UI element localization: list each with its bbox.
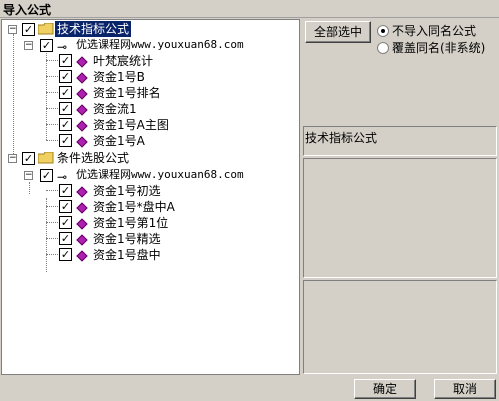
- gem-icon: [76, 120, 88, 132]
- formula-label[interactable]: 资金1号A主图: [91, 117, 171, 133]
- category-panel: 技术指标公式: [303, 126, 497, 156]
- tree-connector: [46, 190, 58, 191]
- expand-toggle[interactable]: −: [8, 25, 17, 34]
- formula-label[interactable]: 资金1号精选: [91, 231, 163, 247]
- select-all-button[interactable]: 全部选中: [305, 21, 371, 43]
- radio-dot: [381, 29, 385, 33]
- gem-icon: [76, 186, 88, 198]
- overwrite-radio[interactable]: [377, 42, 389, 54]
- title-bar: 导入公式: [0, 0, 499, 18]
- gem-icon: [76, 72, 88, 84]
- tree-connector: [46, 206, 58, 207]
- formula-checkbox[interactable]: ✓: [59, 134, 72, 147]
- gem-icon: [76, 56, 88, 68]
- gem-icon: [76, 250, 88, 262]
- formula-label[interactable]: 资金1号第1位: [91, 215, 170, 231]
- tree-connector: [29, 182, 30, 194]
- formula-checkbox[interactable]: ✓: [59, 184, 72, 197]
- formula-label[interactable]: 资金1号*盘中A: [91, 199, 177, 215]
- group-label[interactable]: 技术指标公式: [55, 21, 132, 37]
- formula-label[interactable]: 资金1号A: [91, 133, 147, 149]
- source-label: 优选课程网www.youxuan68.com: [76, 38, 244, 51]
- formula-checkbox[interactable]: ✓: [59, 54, 72, 67]
- cancel-button[interactable]: 取消: [434, 379, 496, 399]
- formula-label[interactable]: 资金流1: [91, 101, 139, 117]
- expand-toggle[interactable]: −: [8, 154, 17, 163]
- formula-checkbox[interactable]: ✓: [59, 102, 72, 115]
- gem-icon: [76, 234, 88, 246]
- tree-connector: [46, 92, 58, 93]
- tree-connector: [46, 108, 58, 109]
- formula-description-panel: [303, 158, 497, 278]
- formula-label[interactable]: 资金1号排名: [91, 85, 163, 101]
- gem-icon: [76, 202, 88, 214]
- tree-connector: [46, 140, 58, 141]
- formula-checkbox[interactable]: ✓: [59, 70, 72, 83]
- formula-tree[interactable]: − ✓ 技术指标公式 − ✓ ⊸ 优选课程网www.youxuan68.com …: [1, 19, 300, 375]
- source-checkbox[interactable]: ✓: [40, 169, 53, 182]
- group-label[interactable]: 条件选股公式: [55, 150, 131, 166]
- gem-icon: [76, 218, 88, 230]
- gem-icon: [76, 104, 88, 116]
- tree-connector: [13, 34, 14, 156]
- formula-checkbox[interactable]: ✓: [59, 200, 72, 213]
- category-text: 技术指标公式: [305, 131, 378, 145]
- group-checkbox[interactable]: ✓: [22, 152, 35, 165]
- group-checkbox[interactable]: ✓: [22, 23, 35, 36]
- formula-label[interactable]: 叶梵宸统计: [91, 53, 155, 69]
- gem-icon: [76, 88, 88, 100]
- tree-connector: [46, 76, 58, 77]
- formula-label[interactable]: 资金1号B: [91, 69, 147, 85]
- tree-connector: [46, 222, 58, 223]
- source-checkbox[interactable]: ✓: [40, 39, 53, 52]
- tree-connector: [46, 124, 58, 125]
- gem-icon: [76, 136, 88, 148]
- tree-connector: [46, 60, 58, 61]
- formula-checkbox[interactable]: ✓: [59, 216, 72, 229]
- tree-connector: [46, 50, 47, 140]
- formula-params-panel: [303, 280, 497, 374]
- folder-icon: [38, 23, 54, 35]
- no-import-label[interactable]: 不导入同名公式: [392, 24, 476, 38]
- tree-connector: [46, 238, 58, 239]
- tree-connector: [46, 254, 58, 255]
- formula-label[interactable]: 资金1号盘中: [91, 247, 163, 263]
- overwrite-label[interactable]: 覆盖同名(非系统): [392, 41, 485, 55]
- folder-icon: [38, 152, 54, 164]
- formula-label[interactable]: 资金1号初选: [91, 183, 163, 199]
- expand-toggle[interactable]: −: [24, 171, 33, 180]
- formula-checkbox[interactable]: ✓: [59, 232, 72, 245]
- source-label: 优选课程网www.youxuan68.com: [76, 168, 244, 181]
- formula-checkbox[interactable]: ✓: [59, 118, 72, 131]
- no-import-radio[interactable]: [377, 25, 389, 37]
- window-title: 导入公式: [3, 3, 52, 17]
- expand-toggle[interactable]: −: [24, 41, 33, 50]
- formula-checkbox[interactable]: ✓: [59, 86, 72, 99]
- formula-checkbox[interactable]: ✓: [59, 248, 72, 261]
- ok-button[interactable]: 确定: [354, 379, 416, 399]
- tree-connector: [46, 198, 47, 272]
